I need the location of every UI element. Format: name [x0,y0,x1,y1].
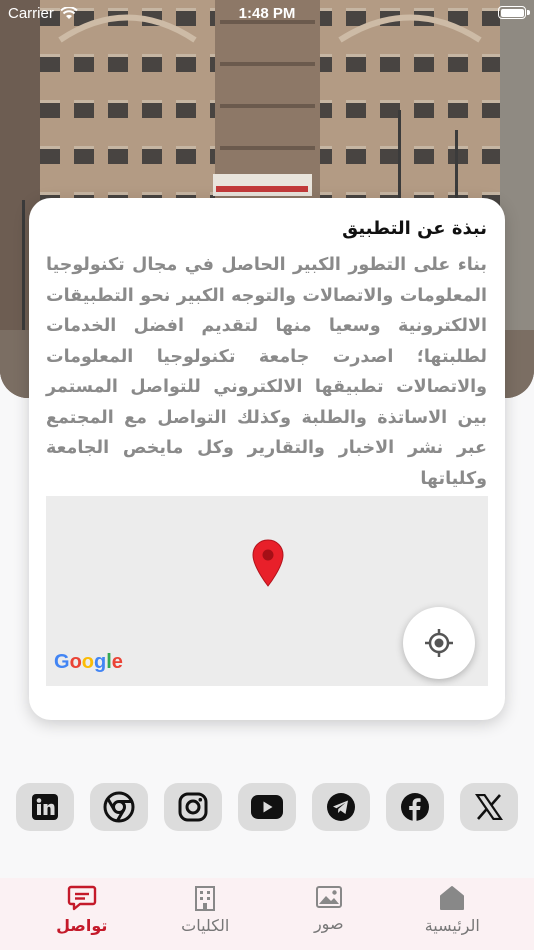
battery-tip [527,10,530,15]
image-icon [315,886,342,908]
about-card: نبذة عن التطبيق بناء على التطور الكبير ا… [29,198,505,720]
instagram-button[interactable] [164,783,222,831]
telegram-button[interactable] [312,783,370,831]
tab-colleges-label: الكليات [181,916,230,935]
chat-icon [67,885,96,911]
bottom-tab-bar: الرئيسية صور الكليات تواصل [0,878,534,950]
status-bar: Carrier 1:48 PM [0,0,534,28]
facebook-icon [401,793,429,821]
youtube-button[interactable] [238,783,296,831]
social-links [16,783,518,831]
chrome-icon [103,791,135,823]
telegram-icon [327,793,355,821]
website-button[interactable] [90,783,148,831]
google-logo: Google [54,651,123,673]
crosshair-icon [425,629,453,657]
x-button[interactable] [460,783,518,831]
facebook-button[interactable] [386,783,444,831]
tab-photos-label: صور [313,914,344,933]
tab-home[interactable]: الرئيسية [397,884,507,950]
tab-contact[interactable]: تواصل [27,884,137,950]
map-view[interactable]: Google [46,496,488,686]
my-location-button[interactable] [403,607,475,679]
battery-icon [498,6,526,19]
youtube-icon [251,795,283,819]
tab-contact-label: تواصل [56,916,108,935]
tab-home-label: الرئيسية [424,916,480,935]
x-icon [475,794,503,820]
instagram-icon [178,792,208,822]
map-pin-icon[interactable] [251,538,285,588]
status-time: 1:48 PM [238,5,296,22]
linkedin-icon [32,794,58,820]
app-screen: Carrier 1:48 PM نبذة عن التطبيق بناء على… [0,0,534,950]
about-title: نبذة عن التطبيق [342,218,487,239]
about-body: بناء على التطور الكبير الحاصل في مجال تك… [46,255,487,489]
building-icon [195,886,216,911]
home-icon [440,886,465,910]
linkedin-button[interactable] [16,783,74,831]
tab-colleges[interactable]: الكليات [150,884,260,950]
tab-photos[interactable]: صور [274,884,384,950]
